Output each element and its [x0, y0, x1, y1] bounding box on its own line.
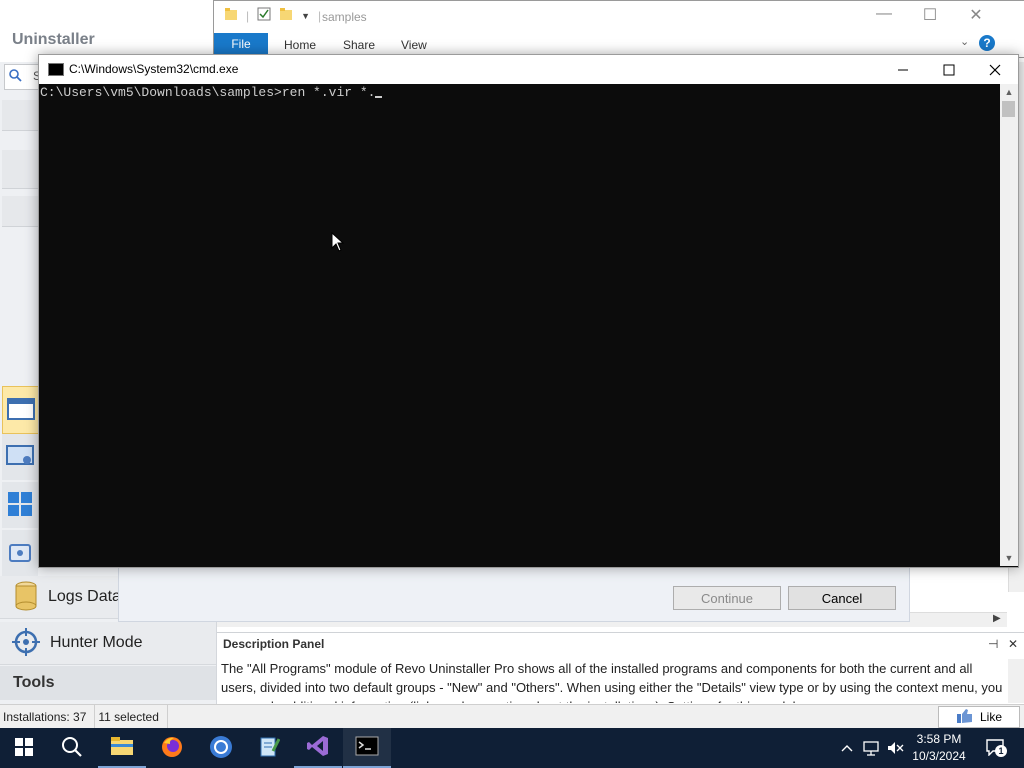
file-explorer-window: | ▼ | samples — ☐ ✕ File Home Share View…	[213, 0, 1024, 58]
traced-programs-module[interactable]	[2, 434, 38, 480]
monitor-user-icon	[5, 443, 35, 472]
properties-icon[interactable]	[257, 7, 271, 24]
notepad-icon	[258, 735, 281, 762]
cmd-vertical-scrollbar[interactable]: ▲ ▼	[1000, 84, 1018, 566]
text-cursor	[375, 96, 383, 98]
continue-button[interactable]: Continue	[673, 586, 781, 610]
windows-logo-icon	[7, 491, 33, 520]
quick-access-toolbar: | ▼ |	[224, 7, 321, 24]
sidebar-button[interactable]	[2, 100, 40, 131]
scroll-up-arrow-icon[interactable]: ▲	[1000, 84, 1018, 100]
start-button[interactable]	[0, 728, 48, 768]
chrome-icon	[209, 735, 233, 762]
description-text: The "All Programs" module of Revo Uninst…	[221, 661, 1003, 703]
command-line: C:\Users\vm5\Downloads\samples>ren *.vir…	[40, 85, 383, 100]
app-title: Uninstaller	[12, 31, 95, 48]
cancel-button[interactable]: Cancel	[788, 586, 896, 610]
cmd-icon	[355, 736, 379, 759]
logs-database-label: Logs Data	[48, 588, 121, 605]
crosshair-icon	[12, 627, 40, 659]
pin-icon[interactable]: ⊣	[988, 637, 998, 651]
hunter-mode-label: Hunter Mode	[50, 634, 143, 651]
plugin-icon	[7, 539, 33, 568]
scroll-thumb[interactable]	[1002, 101, 1015, 117]
installations-count: Installations: 37	[0, 705, 96, 729]
command-prompt-window[interactable]: C:\Windows\System32\cmd.exe C:\Users\vm5…	[38, 54, 1019, 568]
windows-apps-module[interactable]	[2, 482, 38, 528]
like-button[interactable]: Like	[938, 706, 1020, 728]
ribbon-tabs: File Home Share View ⌄ ?	[214, 33, 1024, 55]
description-scrollbar[interactable]	[1008, 659, 1024, 703]
visual-studio-taskbar-button[interactable]	[294, 728, 342, 768]
window-icon	[6, 396, 36, 425]
scroll-right-arrow-icon[interactable]: ▶	[993, 613, 1001, 624]
search-icon	[61, 736, 83, 761]
chrome-taskbar-button[interactable]	[197, 728, 245, 768]
window-path: samples	[322, 10, 367, 24]
scroll-down-arrow-icon[interactable]: ▼	[1000, 550, 1018, 566]
tools-section-header[interactable]: Tools	[0, 666, 216, 700]
search-button[interactable]	[48, 728, 96, 768]
visual-studio-icon	[306, 734, 330, 761]
cmd-app-icon	[48, 63, 64, 76]
status-bar: Installations: 37 11 selected	[0, 704, 1024, 729]
tab-share[interactable]: Share	[343, 38, 375, 52]
notification-badge: 1	[995, 744, 1007, 757]
windows-logo-icon	[15, 737, 33, 759]
customize-dropdown-icon[interactable]: ▼	[301, 11, 310, 21]
new-folder-icon[interactable]	[279, 7, 293, 24]
all-programs-module[interactable]	[2, 386, 40, 434]
browser-extensions-module[interactable]	[2, 530, 38, 576]
system-clock[interactable]: 3:58 PM 10/3/2024	[904, 731, 974, 765]
network-icon[interactable]	[860, 728, 882, 768]
mouse-pointer-icon	[331, 231, 345, 255]
firefox-taskbar-button[interactable]	[148, 728, 196, 768]
close-icon[interactable]: ✕	[1008, 637, 1018, 651]
sidebar-button[interactable]	[2, 196, 40, 227]
sidebar-button[interactable]	[2, 150, 40, 189]
cmd-taskbar-button[interactable]	[343, 728, 391, 768]
description-panel-title: Description Panel	[223, 637, 325, 651]
cmd-window-title: C:\Windows\System32\cmd.exe	[69, 62, 239, 76]
tab-view[interactable]: View	[401, 38, 427, 52]
console-output[interactable]: C:\Users\vm5\Downloads\samples>ren *.vir…	[39, 84, 1000, 566]
minimize-icon[interactable]: —	[864, 5, 904, 23]
selected-count: 11 selected	[95, 705, 168, 729]
taskbar: 3:58 PM 10/3/2024 1	[0, 728, 1024, 768]
help-icon[interactable]: ?	[979, 35, 995, 51]
tab-file[interactable]: File	[214, 33, 268, 55]
like-label: Like	[979, 710, 1002, 724]
close-icon[interactable]: ✕	[956, 5, 996, 25]
show-hidden-icons-chevron-icon[interactable]	[838, 728, 856, 768]
minimize-icon[interactable]	[880, 55, 926, 84]
description-panel: Description Panel ⊣ ✕ The "All Programs"…	[217, 632, 1024, 705]
search-icon	[8, 68, 22, 85]
command-text: C:\Users\vm5\Downloads\samples>ren *.vir…	[40, 85, 376, 100]
close-icon[interactable]	[972, 55, 1018, 84]
tab-home[interactable]: Home	[284, 38, 316, 52]
hunter-mode-item[interactable]: Hunter Mode	[0, 622, 216, 665]
maximize-icon[interactable]	[926, 55, 972, 84]
clock-time: 3:58 PM	[916, 732, 962, 746]
folder-icon	[110, 736, 134, 759]
notepad-taskbar-button[interactable]	[245, 728, 293, 768]
cmd-titlebar[interactable]: C:\Windows\System32\cmd.exe	[39, 55, 1018, 84]
maximize-icon[interactable]: ☐	[910, 5, 950, 25]
clock-date: 10/3/2024	[912, 749, 966, 763]
firefox-icon	[160, 735, 184, 762]
chevron-down-icon[interactable]: ⌄	[960, 35, 969, 48]
database-icon	[14, 581, 38, 614]
thumbs-up-icon	[956, 708, 974, 727]
action-center-button[interactable]: 1	[980, 728, 1010, 768]
volume-muted-icon[interactable]	[884, 728, 906, 768]
notification-icon: 1	[985, 738, 1007, 759]
folder-icon[interactable]	[224, 7, 238, 24]
file-explorer-taskbar-button[interactable]	[98, 728, 146, 768]
